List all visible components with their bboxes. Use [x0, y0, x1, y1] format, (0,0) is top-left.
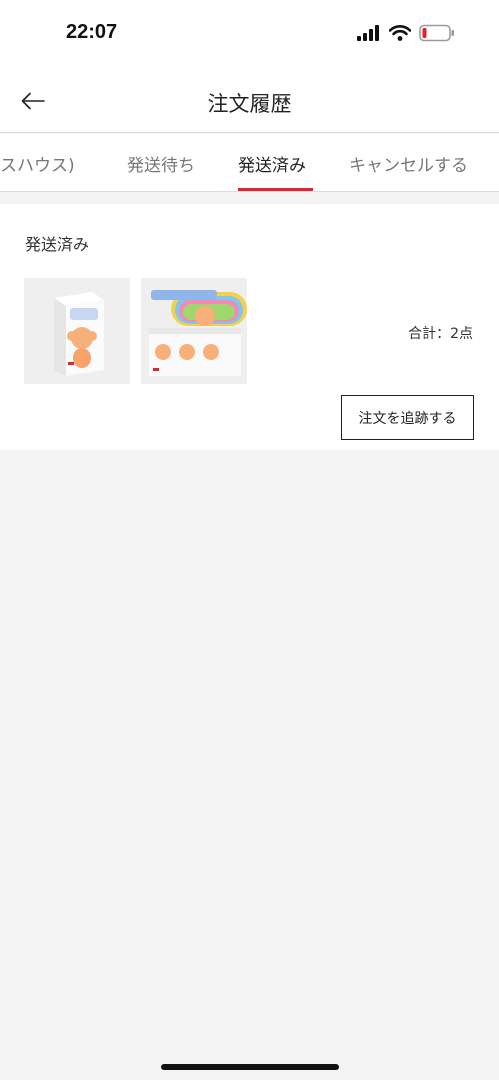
battery-icon	[419, 24, 454, 42]
active-tab-indicator	[238, 188, 313, 191]
track-order-button[interactable]: 注文を追跡する	[341, 395, 474, 440]
tab-warehouse[interactable]: スハウス)	[0, 134, 75, 191]
tab-cancel[interactable]: キャンセルする	[349, 134, 468, 191]
tab-awaiting-shipment[interactable]: 発送待ち	[127, 134, 195, 191]
header: 注文履歴	[0, 70, 499, 133]
product-thumbnail-1[interactable]	[24, 278, 130, 384]
product-thumbnail-2[interactable]	[141, 278, 247, 384]
order-status: 発送済み	[25, 235, 90, 254]
product-display-box-image	[141, 278, 247, 384]
order-tabs: スハウス) 発送待ち 発送済み キャンセルする	[0, 134, 499, 192]
product-box-image	[24, 278, 130, 384]
status-time: 22:07	[66, 21, 118, 43]
order-total: 合計：2点	[408, 326, 473, 342]
wifi-icon	[389, 25, 411, 41]
signal-icon	[357, 25, 379, 41]
order-card[interactable]: 発送済み 合計：2点 注文を追跡する	[0, 204, 499, 450]
status-icons	[357, 24, 455, 42]
page-title: 注文履歴	[207, 92, 292, 116]
tab-shipped[interactable]: 発送済み	[238, 134, 306, 191]
home-indicator	[161, 1064, 339, 1070]
status-bar: 22:07	[0, 0, 499, 70]
